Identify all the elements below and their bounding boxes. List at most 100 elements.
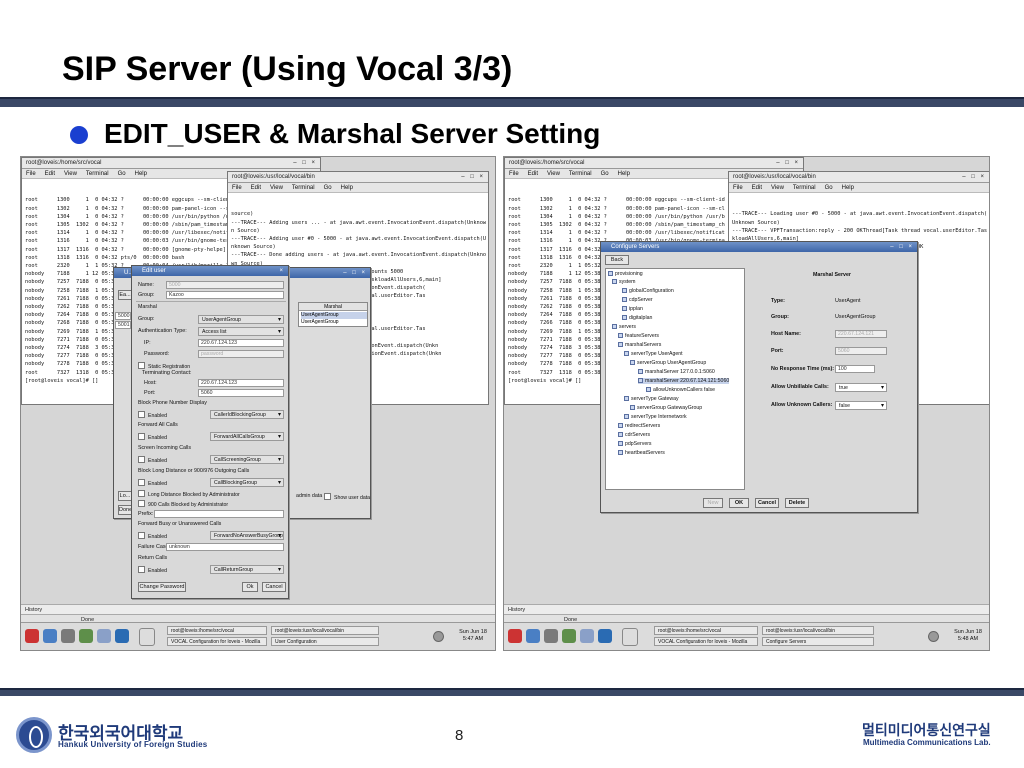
- tree-node[interactable]: cdpServer: [622, 297, 653, 303]
- return-calls-enabled-checkbox[interactable]: Enabled: [138, 566, 167, 574]
- terminal-titlebar[interactable]: root@loveis:/usr/local/vocal/bin – □ ×: [729, 172, 989, 183]
- load-button[interactable]: Lo...: [118, 491, 132, 501]
- new-button[interactable]: New: [703, 498, 723, 508]
- failure-case-field[interactable]: unknown: [166, 543, 284, 551]
- menu-terminal[interactable]: Terminal: [86, 169, 109, 178]
- group-field[interactable]: Kazoo: [166, 291, 284, 299]
- change-password-button[interactable]: Change Password: [138, 582, 186, 592]
- tree-node[interactable]: marshalServer 127.0.0.1:5060: [638, 369, 715, 375]
- ok-button[interactable]: OK: [729, 498, 749, 508]
- help-icon[interactable]: [433, 631, 444, 642]
- redhat-menu-icon[interactable]: [25, 629, 39, 643]
- app-launcher-icon[interactable]: [598, 629, 612, 643]
- workspace-switcher-icon[interactable]: [622, 628, 638, 646]
- tree-node[interactable]: serverType Internetwork: [624, 414, 687, 420]
- menu-terminal[interactable]: Terminal: [292, 183, 315, 192]
- tree-node[interactable]: cdrServers: [618, 432, 650, 438]
- terminal-titlebar[interactable]: root@loveis:/home/src/vocal – □ ×: [505, 158, 803, 169]
- taskbar-window-button[interactable]: root@loveis:/home/src/vocal: [167, 626, 267, 635]
- marshal-table[interactable]: Marshal UserAgentGroup UserAgentGroup: [298, 302, 368, 327]
- tree-node[interactable]: serverGroup UserAgentGroup: [630, 360, 706, 366]
- window-controls-icon[interactable]: – □ ×: [962, 172, 989, 182]
- menu-file[interactable]: File: [232, 183, 242, 192]
- menu-go[interactable]: Go: [324, 183, 332, 192]
- call-blocking-select[interactable]: CallBlockingGroup: [210, 478, 284, 487]
- host-field[interactable]: 220.67.124.123: [198, 379, 284, 387]
- window-controls-icon[interactable]: – □ ×: [461, 172, 488, 182]
- ip-field[interactable]: 220.67.124.123: [198, 339, 284, 347]
- tree-node[interactable]: serverGroup GatewayGroup: [630, 405, 702, 411]
- tree-node-servers[interactable]: servers: [612, 324, 636, 330]
- taskbar-window-button[interactable]: root@loveis:/home/src/vocal: [654, 626, 758, 635]
- taskbar-window-button[interactable]: Configure Servers: [762, 637, 874, 646]
- tree-node[interactable]: serverType Gateway: [624, 396, 679, 402]
- table-row[interactable]: UserAgentGroup: [301, 312, 367, 319]
- menu-view[interactable]: View: [64, 169, 77, 178]
- print-launcher-icon[interactable]: [97, 629, 111, 643]
- print-launcher-icon[interactable]: [580, 629, 594, 643]
- done-button[interactable]: Done: [118, 505, 132, 515]
- window-controls-icon[interactable]: – □ ×: [776, 158, 803, 168]
- window-controls-icon[interactable]: – □ ×: [293, 158, 320, 168]
- marshal-column-header[interactable]: Marshal: [299, 303, 367, 311]
- tree-node-provisioning[interactable]: provisioning: [608, 271, 643, 277]
- prefix-field[interactable]: [154, 510, 284, 518]
- no-response-time-field[interactable]: 100: [835, 365, 875, 373]
- help-icon[interactable]: [928, 631, 939, 642]
- mail-launcher-icon[interactable]: [544, 629, 558, 643]
- tree-node[interactable]: marshalServers: [618, 342, 661, 348]
- menu-go[interactable]: Go: [118, 169, 126, 178]
- tree-node[interactable]: heartbeatServers: [618, 450, 665, 456]
- forward-all-calls-select[interactable]: ForwardAllCallsGroup: [210, 432, 284, 441]
- menu-help[interactable]: Help: [341, 183, 353, 192]
- nine-hundred-blocked-checkbox[interactable]: 900 Calls Blocked by Administrator: [138, 500, 228, 508]
- edit-user-titlebar[interactable]: Edit user ×: [132, 266, 288, 276]
- allow-unbillable-select[interactable]: true: [835, 383, 887, 392]
- menu-edit[interactable]: Edit: [45, 169, 55, 178]
- tree-node[interactable]: pdpServers: [618, 441, 652, 447]
- history-bar[interactable]: History: [21, 604, 495, 614]
- menu-go[interactable]: Go: [825, 183, 833, 192]
- show-user-data-checkbox[interactable]: Show user data: [324, 493, 370, 501]
- static-registration-checkbox[interactable]: Static Registration: [138, 362, 190, 370]
- menu-file[interactable]: File: [509, 169, 519, 178]
- user-list-item[interactable]: 5001: [115, 321, 131, 329]
- long-distance-blocked-checkbox[interactable]: Long Distance Blocked by Administrator: [138, 490, 240, 498]
- block-long-distance-enabled-checkbox[interactable]: Enabled: [138, 479, 167, 487]
- forward-all-enabled-checkbox[interactable]: Enabled: [138, 433, 167, 441]
- menu-file[interactable]: File: [733, 183, 743, 192]
- server-tree[interactable]: provisioning system globalConfiguration …: [605, 268, 745, 490]
- window-controls-icon[interactable]: – □ ×: [343, 268, 370, 278]
- window-controls-icon[interactable]: – □ ×: [890, 242, 917, 252]
- workspace-switcher-icon[interactable]: [139, 628, 155, 646]
- history-label[interactable]: History: [25, 607, 42, 613]
- terminal-titlebar[interactable]: root@loveis:/home/src/vocal – □ ×: [22, 158, 320, 169]
- forward-no-answer-select[interactable]: ForwardNoAnswerBusyGroup: [210, 531, 284, 540]
- port-field[interactable]: 5060: [198, 389, 284, 397]
- host-name-field[interactable]: 220.67.124.121: [835, 330, 887, 338]
- menu-help[interactable]: Help: [135, 169, 147, 178]
- office-launcher-icon[interactable]: [79, 629, 93, 643]
- redhat-menu-icon[interactable]: [508, 629, 522, 643]
- name-field[interactable]: 5000: [166, 281, 284, 289]
- cancel-button[interactable]: Cancel: [262, 582, 286, 592]
- cancel-button[interactable]: Cancel: [755, 498, 779, 508]
- taskbar-window-button[interactable]: root@loveis:/usr/local/vocal/bin: [271, 626, 379, 635]
- call-screening-select[interactable]: CallScreeningGroup: [210, 455, 284, 464]
- delete-button[interactable]: Delete: [785, 498, 809, 508]
- back-button[interactable]: Back: [605, 255, 629, 265]
- forward-busy-enabled-checkbox[interactable]: Enabled: [138, 532, 167, 540]
- edit-user-dialog[interactable]: Edit user × Name: 5000 Group: Kazoo Mars…: [131, 265, 289, 599]
- history-bar[interactable]: History: [504, 604, 989, 614]
- office-launcher-icon[interactable]: [562, 629, 576, 643]
- menu-view[interactable]: View: [547, 169, 560, 178]
- menu-help[interactable]: Help: [842, 183, 854, 192]
- tree-node[interactable]: globalConfiguration: [622, 288, 674, 294]
- table-row[interactable]: UserAgentGroup: [301, 319, 367, 326]
- user-list-item[interactable]: 5000: [115, 312, 131, 320]
- menu-edit[interactable]: Edit: [528, 169, 538, 178]
- port-field[interactable]: 5060: [835, 347, 887, 355]
- tree-node[interactable]: featureServers: [618, 333, 659, 339]
- menu-help[interactable]: Help: [618, 169, 630, 178]
- menu-view[interactable]: View: [270, 183, 283, 192]
